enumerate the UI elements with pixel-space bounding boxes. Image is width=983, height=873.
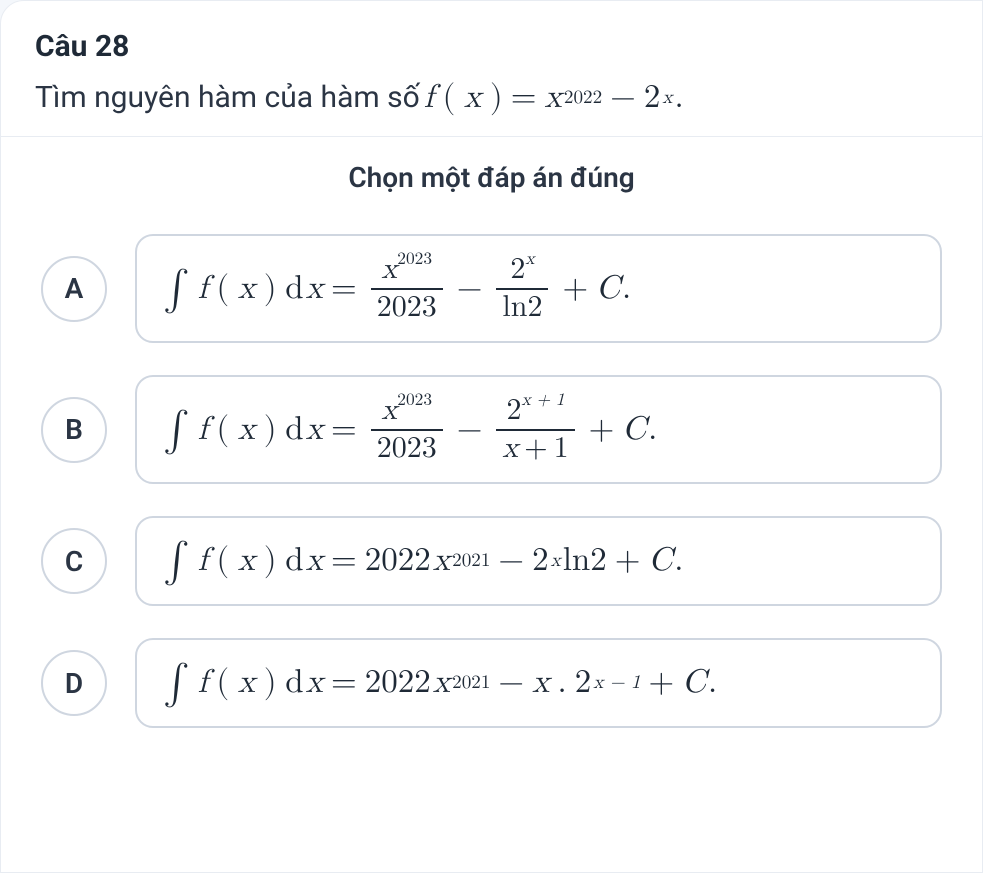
option-a-radio[interactable]: A: [41, 256, 107, 322]
option-d-radio[interactable]: D: [41, 650, 107, 716]
option-a-math: ∫ f ( x ) dx = x2023 2023 − 2x ln2: [163, 254, 631, 323]
option-d: D ∫ f ( x ) dx = 2022x2021 − x . 2x − 1 …: [41, 638, 942, 728]
option-b-frac2: 2x + 1 x+1: [496, 395, 574, 464]
option-a-frac1: x2023 2023: [371, 254, 443, 323]
option-a-box[interactable]: ∫ f ( x ) dx = x2023 2023 − 2x ln2: [135, 234, 942, 343]
option-d-box[interactable]: ∫ f ( x ) dx = 2022x2021 − x . 2x − 1 + …: [135, 638, 942, 728]
question-number: Câu 28: [35, 29, 948, 64]
divider: [1, 136, 982, 137]
stem-text: Tìm nguyên hàm của hàm số: [35, 80, 420, 115]
option-b-radio[interactable]: B: [41, 397, 107, 463]
option-a-frac2: 2x ln2: [496, 254, 548, 323]
option-a: A ∫ f ( x ) dx = x2023 2023 − 2x: [41, 234, 942, 343]
instruction: Chọn một đáp án đúng: [35, 161, 948, 194]
option-d-math: ∫ f ( x ) dx = 2022x2021 − x . 2x − 1 + …: [163, 659, 717, 707]
question-stem: Tìm nguyên hàm của hàm số f ( x ) = x202…: [35, 78, 948, 118]
option-c: C ∫ f ( x ) dx = 2022x2021 − 2xln2 + C.: [41, 516, 942, 606]
option-b: B ∫ f ( x ) dx = x2023 2023 − 2x + 1: [41, 375, 942, 484]
option-b-box[interactable]: ∫ f ( x ) dx = x2023 2023 − 2x + 1 x+1: [135, 375, 942, 484]
option-c-box[interactable]: ∫ f ( x ) dx = 2022x2021 − 2xln2 + C.: [135, 516, 942, 606]
option-c-math: ∫ f ( x ) dx = 2022x2021 − 2xln2 + C.: [163, 537, 683, 585]
option-b-frac1: x2023 2023: [371, 395, 443, 464]
options-list: A ∫ f ( x ) dx = x2023 2023 − 2x: [35, 234, 948, 728]
question-card: Câu 28 Tìm nguyên hàm của hàm số f ( x )…: [0, 0, 983, 873]
option-c-radio[interactable]: C: [41, 528, 107, 594]
stem-function: f ( x ) = x2022 − 2x.: [424, 78, 684, 118]
option-b-math: ∫ f ( x ) dx = x2023 2023 − 2x + 1 x+1: [163, 395, 657, 464]
